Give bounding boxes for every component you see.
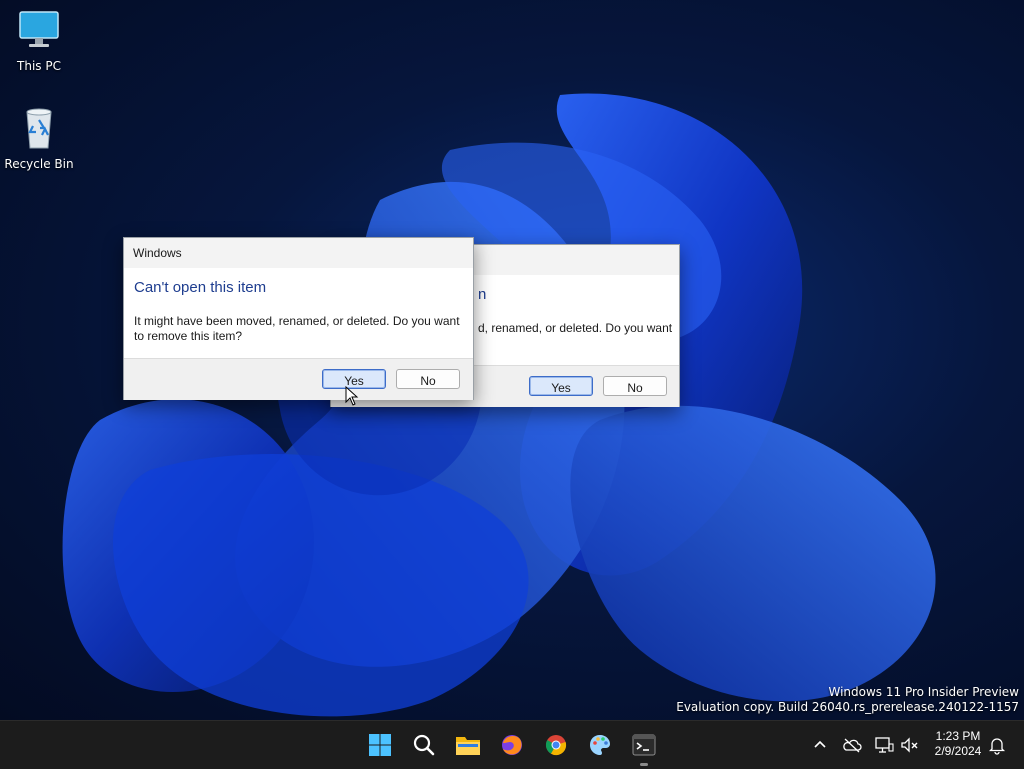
paint-button[interactable] (582, 727, 618, 763)
clock[interactable]: 1:23 PM 2/9/2024 (928, 729, 988, 759)
watermark-build: Evaluation copy. Build 26040.rs_prerelea… (676, 700, 1019, 714)
taskbar: 1:23 PM 2/9/2024 (0, 720, 1024, 769)
mouse-pointer-icon (345, 386, 359, 406)
dialog-heading: n (478, 286, 487, 303)
network-icon[interactable] (874, 735, 894, 755)
start-icon (369, 734, 391, 756)
notification-bell-icon[interactable] (987, 735, 1007, 755)
search-icon (413, 734, 435, 756)
search-button[interactable] (406, 727, 442, 763)
firefox-button[interactable] (494, 727, 530, 763)
file-explorer-icon (456, 737, 480, 755)
recycle-bin-icon (26, 108, 52, 149)
file-explorer-button[interactable] (450, 727, 486, 763)
active-app-indicator (640, 763, 648, 766)
desktop-icon-label: Recycle Bin (4, 157, 74, 171)
volume-muted-icon[interactable] (900, 735, 920, 755)
watermark-edition: Windows 11 Pro Insider Preview (828, 685, 1019, 699)
firefox-icon (502, 735, 522, 755)
dialog-title[interactable]: Windows (124, 238, 473, 268)
dialog-heading: Can't open this item (134, 279, 267, 296)
chrome-icon (545, 735, 567, 756)
yes-button[interactable]: Yes (529, 376, 593, 396)
no-button[interactable]: No (603, 376, 667, 396)
no-button[interactable]: No (396, 369, 460, 389)
start-button[interactable] (362, 727, 398, 763)
onedrive-icon[interactable] (842, 735, 862, 755)
desktop-icon-recycle-bin[interactable]: Recycle Bin (1, 106, 77, 171)
clock-date: 2/9/2024 (934, 744, 982, 758)
clock-time: 1:23 PM (935, 729, 981, 743)
dialog-cant-open: Windows Can't open this item It might ha… (123, 237, 474, 400)
desktop-icon-label: This PC (17, 59, 61, 73)
chevron-up-icon[interactable] (810, 735, 830, 755)
dialog-message: d, renamed, or deleted. Do you want (478, 321, 673, 335)
terminal-button[interactable] (626, 727, 662, 763)
monitor-icon (19, 11, 59, 47)
desktop-icon-this-pc[interactable]: This PC (1, 8, 77, 73)
terminal-icon (632, 734, 656, 756)
paint-icon (590, 735, 610, 755)
dialog-body: Can't open this item It might have been … (124, 268, 473, 358)
dialog-footer: Yes No (124, 358, 473, 400)
chrome-button[interactable] (538, 727, 574, 763)
dialog-message: It might have been moved, renamed, or de… (134, 314, 460, 343)
